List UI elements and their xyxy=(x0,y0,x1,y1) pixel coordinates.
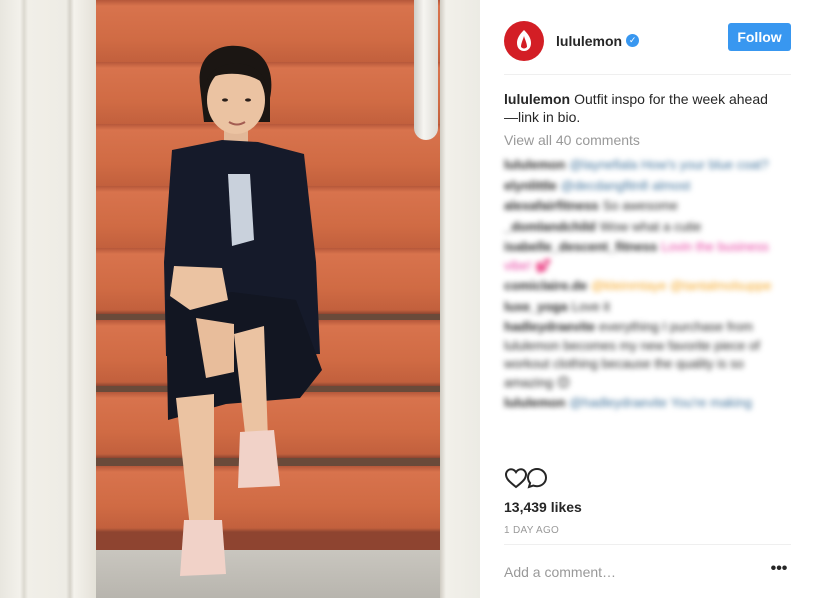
add-comment-section: ••• xyxy=(504,544,791,598)
likes-count[interactable]: 13,439 likes xyxy=(504,499,582,515)
follow-button[interactable]: Follow xyxy=(728,23,791,51)
comment-item: lululemon @laynefiala How's your blue coa… xyxy=(504,156,794,175)
comment-text: @laynefiala How's your blue coat? xyxy=(569,157,769,172)
post-sidebar: lululemon ✓ Follow lululemon Outfit inspo… xyxy=(480,0,813,598)
comment-username[interactable]: lululemon xyxy=(504,395,565,410)
comment-icon[interactable] xyxy=(525,466,549,490)
comment-username[interactable]: luxe_yoga xyxy=(504,299,568,314)
instagram-post: lululemon ✓ Follow lululemon Outfit inspo… xyxy=(0,0,813,598)
comment-text: @kleinmtaye @tantalmolsuppe xyxy=(591,278,772,293)
comment-username[interactable]: alexafairfitness xyxy=(504,198,599,213)
comment-username[interactable]: comiclaire.de xyxy=(504,278,587,293)
verified-badge-icon: ✓ xyxy=(626,34,640,47)
comment-item: _domlandchild Wow what a cutie xyxy=(504,218,794,237)
comment-text: Wow what a cutie xyxy=(599,218,702,234)
post-username[interactable]: lululemon xyxy=(556,33,622,49)
comment-item: luxe_yoga Love it xyxy=(504,298,794,317)
post-photo xyxy=(0,0,480,598)
post-header: lululemon ✓ Follow xyxy=(504,15,791,75)
add-comment-input[interactable] xyxy=(504,561,754,583)
comment-item: isabelle_descent_fitness Lovin the busine… xyxy=(504,238,794,275)
comment-username[interactable]: lululemon xyxy=(504,157,565,172)
post-actions xyxy=(504,466,791,490)
comment-username[interactable]: isabelle_descent_fitness xyxy=(504,239,657,254)
comment-username[interactable]: elynlittle xyxy=(504,178,557,193)
caption-username[interactable]: lululemon xyxy=(504,91,570,107)
comment-item: comiclaire.de @kleinmtaye @tantalmolsuppe xyxy=(504,277,794,296)
post-caption: lululemon Outfit inspo for the week ahead… xyxy=(504,90,774,126)
comment-text: @decdangfitn8 almost xyxy=(560,177,691,193)
more-options-icon[interactable]: ••• xyxy=(767,561,791,581)
comments-list: lululemon @laynefiala How's your blue coa… xyxy=(504,156,794,415)
photo-person xyxy=(164,45,322,576)
lululemon-logo-icon[interactable] xyxy=(504,20,544,61)
comment-text: So awesome xyxy=(602,198,678,213)
comment-item: lululemon @hadleydraevite You're making xyxy=(504,394,794,413)
comment-item: hadleydraevite everything I purchase from… xyxy=(504,318,794,392)
view-all-comments-link[interactable]: View all 40 comments xyxy=(504,132,640,148)
comment-username[interactable]: hadleydraevite xyxy=(504,319,595,334)
comment-text: @hadleydraevite You're making xyxy=(569,395,753,410)
comment-text: Love it xyxy=(571,298,610,314)
post-timestamp[interactable]: 1 DAY AGO xyxy=(504,525,559,536)
comment-item: alexafairfitness So awesome xyxy=(504,197,794,216)
comment-username[interactable]: _domlandchild xyxy=(504,219,596,234)
comment-item: elynlittle @decdangfitn8 almost xyxy=(504,177,794,196)
